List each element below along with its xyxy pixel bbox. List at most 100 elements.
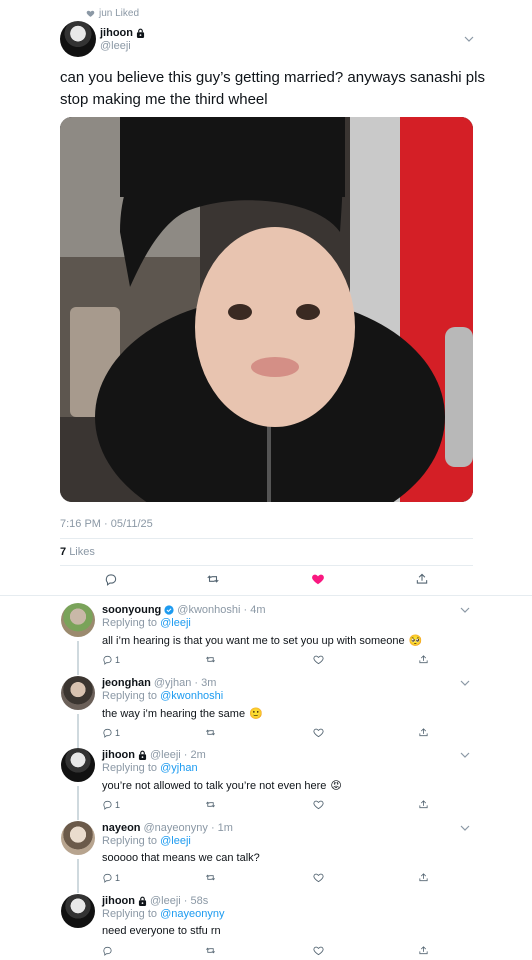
reply-tweet[interactable]: nayeon @nayeonyny · 1m Replying to @leej…	[0, 821, 532, 893]
thread-line	[77, 714, 79, 748]
reply-text-content: the way i’m hearing the same	[102, 707, 246, 720]
reply-author[interactable]: jihoon @leeji · 2m	[102, 749, 206, 761]
reply-author[interactable]: nayeon @nayeonyny · 1m	[102, 822, 233, 834]
reply-author[interactable]: jeonghan @yjhan · 3m	[102, 677, 216, 689]
reply-actions: 1	[102, 727, 432, 741]
replying-prefix: Replying to	[102, 762, 161, 774]
social-context-text: jun Liked	[99, 8, 140, 19]
avatar[interactable]	[61, 821, 95, 855]
share-button[interactable]	[418, 727, 429, 738]
reply-handle-time: @kwonhoshi · 4m	[177, 604, 266, 616]
author-handle[interactable]: @leeji	[100, 40, 131, 52]
verified-icon	[164, 605, 174, 615]
reply-tweet[interactable]: jihoon @leeji · 2m Replying to @yjhan yo…	[0, 748, 532, 820]
reply-icon[interactable]	[104, 572, 118, 586]
avatar[interactable]	[61, 894, 95, 928]
share-button[interactable]	[418, 872, 429, 883]
replying-to-link[interactable]: @yjhan	[160, 762, 197, 774]
share-icon[interactable]	[415, 572, 429, 586]
photo-illustration	[60, 117, 473, 502]
reply-actions: 1	[102, 872, 432, 886]
reply-count: 1	[115, 872, 121, 883]
reply-author-name[interactable]: nayeon	[102, 822, 141, 834]
replying-to-link[interactable]: @leeji	[160, 617, 191, 629]
tweet-photo[interactable]	[60, 117, 473, 502]
like-button[interactable]	[313, 945, 324, 956]
share-button[interactable]	[418, 945, 429, 956]
reply-author[interactable]: soonyoung @kwonhoshi · 4m	[102, 604, 265, 616]
replying-to: Replying to @kwonhoshi	[102, 690, 223, 702]
reply-text: all i’m hearing is that you want me to s…	[102, 634, 422, 648]
retweet-icon	[206, 801, 215, 808]
reply-text: need everyone to stfu rn	[102, 925, 221, 937]
share-button[interactable]	[418, 799, 429, 810]
reply-button[interactable]: 1	[102, 799, 120, 810]
likes-number: 7	[60, 546, 67, 558]
chevron-down-icon[interactable]	[460, 752, 470, 758]
replying-to-link[interactable]: @nayeonyny	[160, 908, 224, 920]
reply-count: 1	[115, 727, 121, 738]
divider	[60, 538, 473, 539]
retweet-button[interactable]	[205, 727, 216, 738]
heart-icon	[313, 728, 324, 738]
replying-prefix: Replying to	[102, 835, 161, 847]
retweet-button[interactable]	[205, 799, 216, 810]
author-name-text[interactable]: jihoon	[100, 27, 133, 39]
tweet-timestamp[interactable]: 7:16 PM · 05/11/25	[60, 518, 153, 530]
share-icon	[419, 946, 428, 955]
replying-to: Replying to @yjhan	[102, 762, 198, 774]
avatar[interactable]	[61, 676, 95, 710]
reply-author-name[interactable]: jihoon	[102, 895, 135, 907]
heart-icon	[86, 10, 95, 17]
like-button[interactable]	[313, 872, 324, 883]
reply-count: 1	[115, 654, 121, 665]
heart-icon	[313, 655, 324, 665]
reply-author[interactable]: jihoon @leeji · 58s	[102, 895, 208, 907]
reply-actions: 1	[102, 654, 432, 668]
reply-button[interactable]: 1	[102, 872, 120, 883]
reply-button[interactable]	[102, 945, 115, 956]
tweet-actions	[60, 572, 473, 590]
like-button[interactable]	[313, 799, 324, 810]
reply-tweet[interactable]: soonyoung @kwonhoshi · 4m Replying to @l…	[0, 603, 532, 675]
reply-tweet[interactable]: jeonghan @yjhan · 3m Replying to @kwonho…	[0, 676, 532, 748]
reply-handle-time: @leeji · 58s	[150, 895, 209, 907]
reply-icon	[103, 873, 112, 883]
reply-text: the way i’m hearing the same 🙂	[102, 707, 263, 721]
like-button[interactable]	[313, 727, 324, 738]
retweet-button[interactable]	[205, 654, 216, 665]
chevron-down-icon[interactable]	[460, 607, 470, 613]
like-button[interactable]	[313, 654, 324, 665]
likes-count[interactable]: 7 Likes	[60, 546, 95, 558]
reply-author-name[interactable]: soonyoung	[102, 604, 161, 616]
chevron-down-icon[interactable]	[460, 680, 470, 686]
avatar[interactable]	[61, 748, 95, 782]
chevron-down-icon[interactable]	[460, 825, 470, 831]
retweet-icon	[206, 729, 215, 736]
retweet-button[interactable]	[205, 872, 216, 883]
angry-face-emoji: 😡	[330, 780, 342, 792]
avatar[interactable]	[60, 21, 96, 57]
share-icon	[419, 800, 428, 809]
retweet-button[interactable]	[205, 945, 216, 956]
heart-icon[interactable]	[311, 572, 325, 586]
retweet-icon[interactable]	[206, 572, 220, 586]
replying-to-link[interactable]: @leeji	[160, 835, 191, 847]
reply-button[interactable]: 1	[102, 654, 120, 665]
thread-line	[77, 641, 79, 675]
share-button[interactable]	[418, 654, 429, 665]
chevron-down-icon[interactable]	[464, 36, 474, 42]
reply-button[interactable]: 1	[102, 727, 120, 738]
author-name[interactable]: jihoon	[100, 27, 145, 39]
heart-icon	[313, 800, 324, 810]
divider	[0, 595, 532, 596]
reply-actions	[102, 945, 432, 959]
avatar[interactable]	[61, 603, 95, 637]
reply-tweet[interactable]: jihoon @leeji · 58s Replying to @nayeony…	[0, 894, 532, 960]
thread-line	[77, 859, 79, 893]
reply-author-name[interactable]: jihoon	[102, 749, 135, 761]
tweet-text: can you believe this guy’s getting marri…	[60, 69, 485, 108]
lock-icon	[136, 28, 145, 38]
reply-author-name[interactable]: jeonghan	[102, 677, 151, 689]
replying-to-link[interactable]: @kwonhoshi	[160, 690, 223, 702]
